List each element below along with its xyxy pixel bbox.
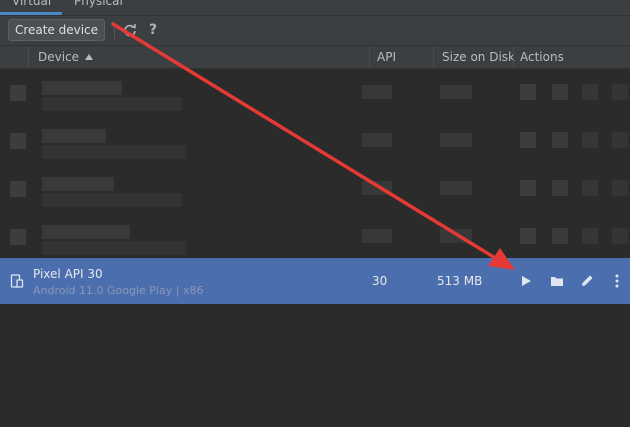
play-icon[interactable] bbox=[517, 272, 535, 290]
active-tab-indicator bbox=[0, 12, 62, 15]
tab-physical[interactable]: Physical bbox=[74, 0, 123, 8]
column-divider bbox=[513, 46, 514, 68]
device-size-on-disk: 513 MB bbox=[437, 274, 483, 288]
column-header-actions: Actions bbox=[520, 50, 564, 64]
sort-ascending-icon bbox=[85, 54, 94, 60]
device-name: Pixel API 30 bbox=[33, 267, 103, 281]
create-device-button[interactable]: Create device bbox=[8, 19, 105, 41]
obscured-table-row[interactable] bbox=[0, 69, 630, 117]
tab-strip: Virtual Physical bbox=[0, 0, 630, 16]
column-header-device[interactable]: Device bbox=[38, 46, 94, 68]
edit-pencil-icon[interactable] bbox=[578, 272, 596, 290]
column-divider bbox=[433, 46, 434, 68]
column-header-device-label: Device bbox=[38, 50, 80, 64]
device-row-selected[interactable]: Pixel API 30 Android 11.0 Google Play | … bbox=[0, 258, 630, 304]
table-header: Device API Size on Disk Actions bbox=[0, 45, 630, 69]
device-phone-icon bbox=[10, 274, 24, 291]
tab-virtual[interactable]: Virtual bbox=[12, 0, 51, 8]
column-divider bbox=[28, 46, 29, 68]
column-header-api[interactable]: API bbox=[377, 46, 396, 68]
column-header-size[interactable]: Size on Disk bbox=[442, 46, 515, 68]
device-details: Android 11.0 Google Play | x86 bbox=[33, 284, 204, 297]
obscured-table-row[interactable] bbox=[0, 213, 630, 261]
help-icon[interactable]: ? bbox=[144, 21, 162, 39]
refresh-icon[interactable] bbox=[121, 21, 139, 39]
toolbar: Create device ? bbox=[0, 16, 630, 45]
device-api-level: 30 bbox=[372, 274, 388, 288]
column-divider bbox=[369, 46, 370, 68]
folder-icon[interactable] bbox=[548, 272, 566, 290]
more-vertical-icon[interactable] bbox=[608, 272, 626, 290]
obscured-table-row[interactable] bbox=[0, 117, 630, 165]
obscured-table-row[interactable] bbox=[0, 165, 630, 213]
toolbar-separator bbox=[114, 22, 115, 39]
